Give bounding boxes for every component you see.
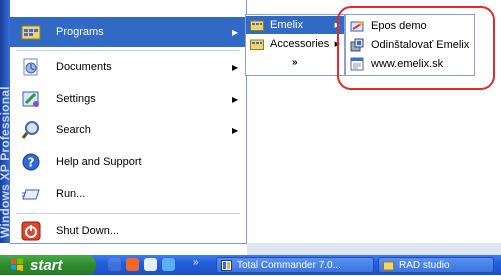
desktop-icon[interactable] [144,258,157,271]
menu-item-run[interactable]: Run... [10,179,246,209]
menu-separator [16,213,240,214]
folder-icon [250,19,264,31]
submenu-arrow-icon: ▶ [232,125,239,135]
programs-submenu: Emelix ▶ Accessories ▶ » [245,14,345,76]
start-button[interactable]: start [0,255,96,275]
menu-separator [16,50,240,51]
menu-item-label: Settings [56,93,96,105]
media-player-icon[interactable] [126,258,139,271]
emelix-submenu: Epos demo Odinštalovať Emelix www.emelix… [345,14,475,76]
app-icon [350,19,364,33]
menu-item-documents[interactable]: Documents ▶ [10,52,246,82]
total-commander-icon [221,259,232,271]
menu-item-label: Documents [56,61,112,73]
menu-item-label: Help and Support [56,156,142,168]
submenu-arrow-icon: ▶ [232,27,239,37]
settings-icon [20,88,42,110]
svg-text:?: ? [28,156,35,170]
submenu-item-label: Odinštalovať Emelix [371,39,470,51]
menu-item-label: Shut Down... [56,225,119,237]
expand-menu-icon[interactable]: » [292,57,298,68]
search-icon [20,119,42,141]
quick-launch [108,258,175,272]
start-menu: Programs ▶ Documents ▶ Settings ▶ Search… [10,0,247,244]
submenu-arrow-icon: ▶ [232,62,239,72]
submenu-item-emelix[interactable]: Emelix ▶ [246,16,344,34]
task-button-total-commander[interactable]: Total Commander 7.0... [216,257,374,273]
menu-item-label: Run... [56,188,86,200]
quick-launch-separator [108,258,121,271]
submenu-item-label: Epos demo [371,20,427,32]
uninstall-icon [350,38,364,52]
run-icon [20,183,42,205]
submenu-item-label: Accessories [270,38,330,50]
menu-item-help-and-support[interactable]: ? Help and Support [10,147,246,177]
submenu-item-uninstall-emelix[interactable]: Odinštalovať Emelix [346,36,474,54]
quick-launch-more-icon[interactable]: » [193,257,199,268]
browser-icon[interactable] [162,258,175,271]
help-icon: ? [20,151,42,173]
submenu-arrow-icon: ▶ [232,94,239,104]
menu-item-label: Programs [56,26,104,38]
submenu-item-label: Emelix [270,19,304,31]
submenu-item-accessories[interactable]: Accessories ▶ [246,35,344,53]
desktop-background [247,243,501,255]
task-button-rad-studio[interactable]: RAD studio [378,257,494,273]
submenu-arrow-icon: ▶ [334,22,340,29]
folder-icon [383,260,394,271]
start-menu-banner: Windows XP Professional [0,0,10,243]
documents-icon [20,56,42,78]
taskbar: start » Total Commander 7.0... RAD studi… [0,255,501,275]
menu-item-search[interactable]: Search ▶ [10,115,246,145]
banner-text: Windows XP Professional [0,86,10,238]
shutdown-icon [20,220,42,242]
menu-item-shut-down[interactable]: Shut Down... [10,216,246,246]
submenu-arrow-icon: ▶ [334,41,340,48]
task-label: Total Commander 7.0... [237,259,341,271]
submenu-item-epos-demo[interactable]: Epos demo [346,17,474,35]
submenu-item-label: www.emelix.sk [371,58,444,70]
start-label: start [30,256,63,274]
submenu-item-emelix-website[interactable]: www.emelix.sk [346,55,474,73]
programs-icon [20,21,42,43]
web-link-icon [350,57,364,71]
task-label: RAD studio [399,259,450,271]
menu-item-programs[interactable]: Programs ▶ [10,17,246,47]
menu-item-label: Search [56,124,91,136]
menu-item-settings[interactable]: Settings ▶ [10,84,246,114]
folder-icon [250,38,264,50]
windows-flag-icon [10,258,24,272]
